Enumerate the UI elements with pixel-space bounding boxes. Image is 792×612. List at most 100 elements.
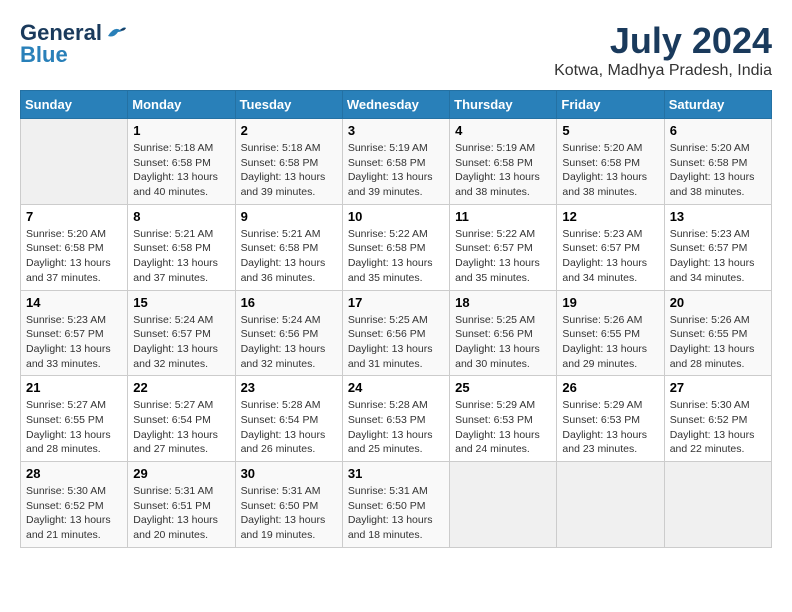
calendar-header-row: Sunday Monday Tuesday Wednesday Thursday… (21, 91, 772, 119)
day-number: 5 (562, 123, 658, 138)
cell-info: Sunrise: 5:26 AM Sunset: 6:55 PM Dayligh… (562, 313, 658, 372)
table-row: 31Sunrise: 5:31 AM Sunset: 6:50 PM Dayli… (342, 462, 449, 548)
calendar-week-row: 28Sunrise: 5:30 AM Sunset: 6:52 PM Dayli… (21, 462, 772, 548)
day-number: 15 (133, 295, 229, 310)
header-saturday: Saturday (664, 91, 771, 119)
cell-info: Sunrise: 5:18 AM Sunset: 6:58 PM Dayligh… (241, 141, 337, 200)
page-header: General Blue July 2024 Kotwa, Madhya Pra… (20, 20, 772, 80)
cell-info: Sunrise: 5:19 AM Sunset: 6:58 PM Dayligh… (455, 141, 551, 200)
cell-info: Sunrise: 5:20 AM Sunset: 6:58 PM Dayligh… (562, 141, 658, 200)
header-monday: Monday (128, 91, 235, 119)
table-row (21, 119, 128, 205)
day-number: 21 (26, 380, 122, 395)
table-row: 11 Sunrise: 5:22 AM Sunset: 6:57 PM Dayli… (450, 204, 557, 290)
day-number: 23 (241, 380, 337, 395)
day-number: 9 (241, 209, 337, 224)
calendar-week-row: 7 Sunrise: 5:20 AM Sunset: 6:58 PM Daylig… (21, 204, 772, 290)
cell-info: Sunrise: 5:23 AM Sunset: 6:57 PM Dayligh… (26, 313, 122, 372)
table-row: 29Sunrise: 5:31 AM Sunset: 6:51 PM Dayli… (128, 462, 235, 548)
cell-info: Sunrise: 5:25 AM Sunset: 6:56 PM Dayligh… (348, 313, 444, 372)
header-friday: Friday (557, 91, 664, 119)
table-row: 3 Sunrise: 5:19 AM Sunset: 6:58 PM Daylig… (342, 119, 449, 205)
table-row (557, 462, 664, 548)
cell-info: Sunrise: 5:18 AM Sunset: 6:58 PM Dayligh… (133, 141, 229, 200)
cell-info: Sunrise: 5:27 AM Sunset: 6:54 PM Dayligh… (133, 398, 229, 457)
day-number: 8 (133, 209, 229, 224)
header-wednesday: Wednesday (342, 91, 449, 119)
cell-info: Sunrise: 5:20 AM Sunset: 6:58 PM Dayligh… (670, 141, 766, 200)
table-row (450, 462, 557, 548)
table-row: 2 Sunrise: 5:18 AM Sunset: 6:58 PM Daylig… (235, 119, 342, 205)
table-row: 18Sunrise: 5:25 AM Sunset: 6:56 PM Dayli… (450, 290, 557, 376)
day-number: 14 (26, 295, 122, 310)
cell-info: Sunrise: 5:30 AM Sunset: 6:52 PM Dayligh… (670, 398, 766, 457)
day-number: 6 (670, 123, 766, 138)
calendar-table: Sunday Monday Tuesday Wednesday Thursday… (20, 90, 772, 548)
day-number: 31 (348, 466, 444, 481)
table-row: 12 Sunrise: 5:23 AM Sunset: 6:57 PM Dayli… (557, 204, 664, 290)
table-row: 21 Sunrise: 5:27 AM Sunset: 6:55 PM Dayli… (21, 376, 128, 462)
table-row: 24 Sunrise: 5:28 AM Sunset: 6:53 PM Dayli… (342, 376, 449, 462)
cell-info: Sunrise: 5:28 AM Sunset: 6:54 PM Dayligh… (241, 398, 337, 457)
day-number: 3 (348, 123, 444, 138)
cell-info: Sunrise: 5:24 AM Sunset: 6:57 PM Dayligh… (133, 313, 229, 372)
table-row: 1 Sunrise: 5:18 AM Sunset: 6:58 PM Daylig… (128, 119, 235, 205)
day-number: 25 (455, 380, 551, 395)
day-number: 29 (133, 466, 229, 481)
day-number: 2 (241, 123, 337, 138)
table-row: 25Sunrise: 5:29 AM Sunset: 6:53 PM Dayli… (450, 376, 557, 462)
cell-info: Sunrise: 5:27 AM Sunset: 6:55 PM Dayligh… (26, 398, 122, 457)
table-row: 19 Sunrise: 5:26 AM Sunset: 6:55 PM Dayli… (557, 290, 664, 376)
cell-info: Sunrise: 5:20 AM Sunset: 6:58 PM Dayligh… (26, 227, 122, 286)
cell-info: Sunrise: 5:22 AM Sunset: 6:57 PM Dayligh… (455, 227, 551, 286)
cell-info: Sunrise: 5:28 AM Sunset: 6:53 PM Dayligh… (348, 398, 444, 457)
day-number: 19 (562, 295, 658, 310)
day-number: 30 (241, 466, 337, 481)
day-number: 18 (455, 295, 551, 310)
table-row: 17 Sunrise: 5:25 AM Sunset: 6:56 PM Dayli… (342, 290, 449, 376)
location-subtitle: Kotwa, Madhya Pradesh, India (554, 62, 772, 80)
day-number: 1 (133, 123, 229, 138)
day-number: 12 (562, 209, 658, 224)
table-row: 13 Sunrise: 5:23 AM Sunset: 6:57 PM Dayli… (664, 204, 771, 290)
day-number: 13 (670, 209, 766, 224)
day-number: 7 (26, 209, 122, 224)
header-thursday: Thursday (450, 91, 557, 119)
title-block: July 2024 Kotwa, Madhya Pradesh, India (554, 20, 772, 80)
day-number: 11 (455, 209, 551, 224)
cell-info: Sunrise: 5:23 AM Sunset: 6:57 PM Dayligh… (670, 227, 766, 286)
table-row: 28Sunrise: 5:30 AM Sunset: 6:52 PM Dayli… (21, 462, 128, 548)
day-number: 17 (348, 295, 444, 310)
day-number: 28 (26, 466, 122, 481)
table-row: 15 Sunrise: 5:24 AM Sunset: 6:57 PM Dayli… (128, 290, 235, 376)
table-row: 4 Sunrise: 5:19 AM Sunset: 6:58 PM Daylig… (450, 119, 557, 205)
table-row: 26Sunrise: 5:29 AM Sunset: 6:53 PM Dayli… (557, 376, 664, 462)
cell-info: Sunrise: 5:21 AM Sunset: 6:58 PM Dayligh… (133, 227, 229, 286)
cell-info: Sunrise: 5:21 AM Sunset: 6:58 PM Dayligh… (241, 227, 337, 286)
calendar-week-row: 1 Sunrise: 5:18 AM Sunset: 6:58 PM Daylig… (21, 119, 772, 205)
table-row: 27 Sunrise: 5:30 AM Sunset: 6:52 PM Dayli… (664, 376, 771, 462)
day-number: 20 (670, 295, 766, 310)
cell-info: Sunrise: 5:31 AM Sunset: 6:50 PM Dayligh… (241, 484, 337, 543)
day-number: 22 (133, 380, 229, 395)
day-number: 27 (670, 380, 766, 395)
table-row: 5 Sunrise: 5:20 AM Sunset: 6:58 PM Daylig… (557, 119, 664, 205)
table-row: 14 Sunrise: 5:23 AM Sunset: 6:57 PM Dayli… (21, 290, 128, 376)
calendar-week-row: 14 Sunrise: 5:23 AM Sunset: 6:57 PM Dayli… (21, 290, 772, 376)
day-number: 24 (348, 380, 444, 395)
cell-info: Sunrise: 5:19 AM Sunset: 6:58 PM Dayligh… (348, 141, 444, 200)
month-year-title: July 2024 (554, 20, 772, 62)
day-number: 16 (241, 295, 337, 310)
day-number: 4 (455, 123, 551, 138)
table-row (664, 462, 771, 548)
day-number: 26 (562, 380, 658, 395)
cell-info: Sunrise: 5:23 AM Sunset: 6:57 PM Dayligh… (562, 227, 658, 286)
cell-info: Sunrise: 5:24 AM Sunset: 6:56 PM Dayligh… (241, 313, 337, 372)
cell-info: Sunrise: 5:22 AM Sunset: 6:58 PM Dayligh… (348, 227, 444, 286)
table-row: 6 Sunrise: 5:20 AM Sunset: 6:58 PM Daylig… (664, 119, 771, 205)
table-row: 30 Sunrise: 5:31 AM Sunset: 6:50 PM Dayli… (235, 462, 342, 548)
logo-blue: Blue (20, 42, 68, 68)
calendar-week-row: 21 Sunrise: 5:27 AM Sunset: 6:55 PM Dayli… (21, 376, 772, 462)
logo-bird-icon (106, 24, 128, 42)
table-row: 16 Sunrise: 5:24 AM Sunset: 6:56 PM Dayli… (235, 290, 342, 376)
